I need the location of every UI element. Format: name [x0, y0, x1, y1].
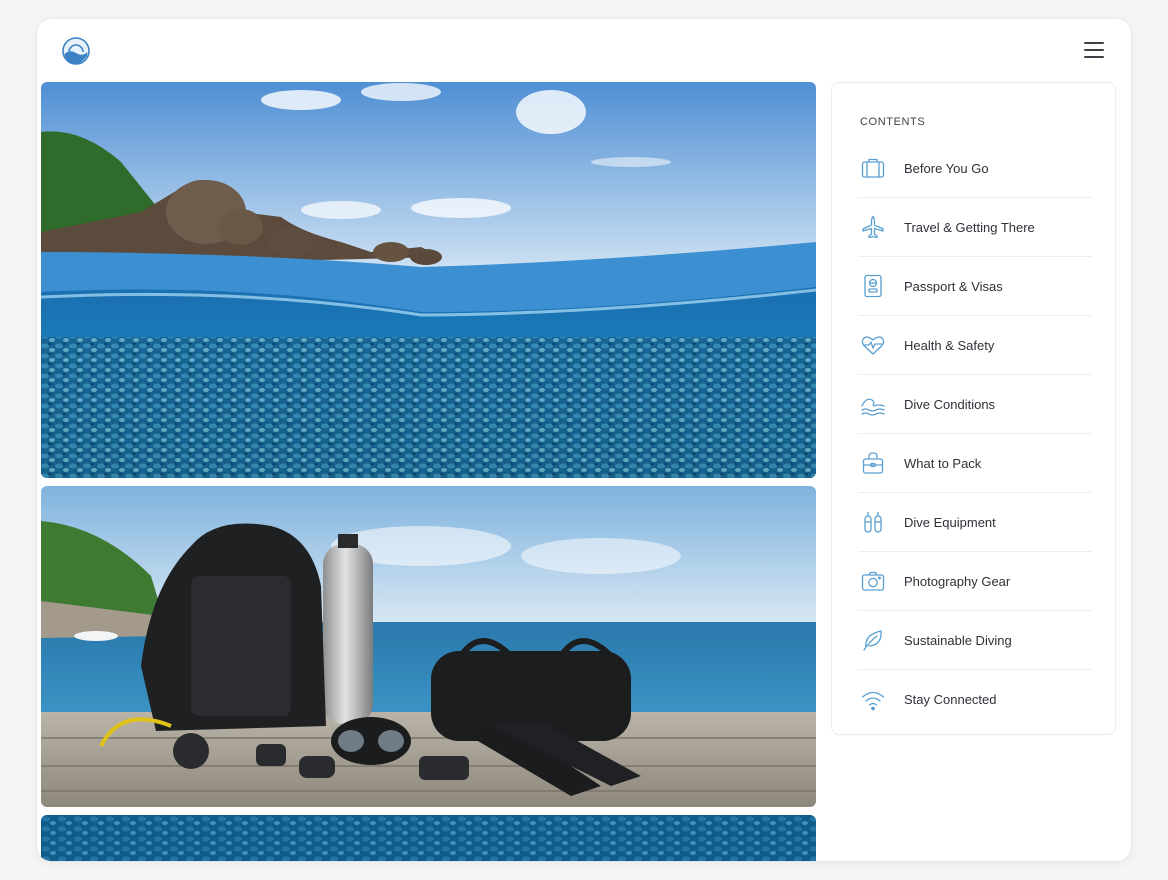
contents-item-photography[interactable]: Photography Gear [858, 552, 1092, 611]
bag-icon [860, 450, 886, 476]
heart-pulse-icon [860, 332, 886, 358]
menu-line [1084, 49, 1104, 51]
split-level-ocean-reef-photo [41, 82, 816, 478]
contents-panel: CONTENTS Before You Go Travel & Getting … [831, 82, 1116, 735]
contents-item-label: Stay Connected [904, 692, 997, 707]
contents-item-what-to-pack[interactable]: What to Pack [858, 434, 1092, 493]
suitcase-icon [860, 155, 886, 181]
menu-line [1084, 56, 1104, 58]
contents-item-stay-connected[interactable]: Stay Connected [858, 670, 1092, 729]
contents-item-dive-conditions[interactable]: Dive Conditions [858, 375, 1092, 434]
wave-sun-logo-icon[interactable] [62, 37, 90, 65]
passport-icon [860, 273, 886, 299]
contents-item-label: What to Pack [904, 455, 982, 471]
wifi-icon [860, 687, 886, 713]
contents-item-label: Before You Go [904, 160, 989, 176]
contents-item-label: Sustainable Diving [904, 632, 1012, 648]
tanks-icon [860, 509, 886, 535]
waves-icon [860, 391, 886, 417]
contents-item-travel[interactable]: Travel & Getting There [858, 198, 1092, 257]
contents-item-passport[interactable]: Passport & Visas [858, 257, 1092, 316]
contents-item-sustainable[interactable]: Sustainable Diving [858, 611, 1092, 670]
contents-item-label: Dive Equipment [904, 514, 996, 530]
leaf-icon [860, 627, 886, 653]
contents-item-label: Travel & Getting There [904, 219, 1035, 235]
contents-item-before-you-go[interactable]: Before You Go [858, 139, 1092, 198]
contents-list: Before You Go Travel & Getting There Pas… [858, 139, 1092, 729]
contents-item-label: Photography Gear [904, 573, 1011, 589]
contents-item-health[interactable]: Health & Safety [858, 316, 1092, 375]
contents-item-label: Dive Conditions [904, 396, 996, 412]
contents-item-label: Passport & Visas [904, 278, 1003, 294]
contents-heading: CONTENTS [860, 116, 926, 128]
contents-item-label: Health & Safety [904, 337, 995, 353]
menu-line [1084, 42, 1104, 44]
app-window: CONTENTS Before You Go Travel & Getting … [37, 19, 1131, 861]
camera-icon [860, 568, 886, 594]
dive-gear-on-dock-photo [41, 486, 816, 807]
contents-item-dive-equipment[interactable]: Dive Equipment [858, 493, 1092, 552]
reef-water-photo [41, 815, 816, 861]
airplane-icon [860, 214, 886, 240]
hamburger-menu-button[interactable] [1082, 38, 1106, 62]
